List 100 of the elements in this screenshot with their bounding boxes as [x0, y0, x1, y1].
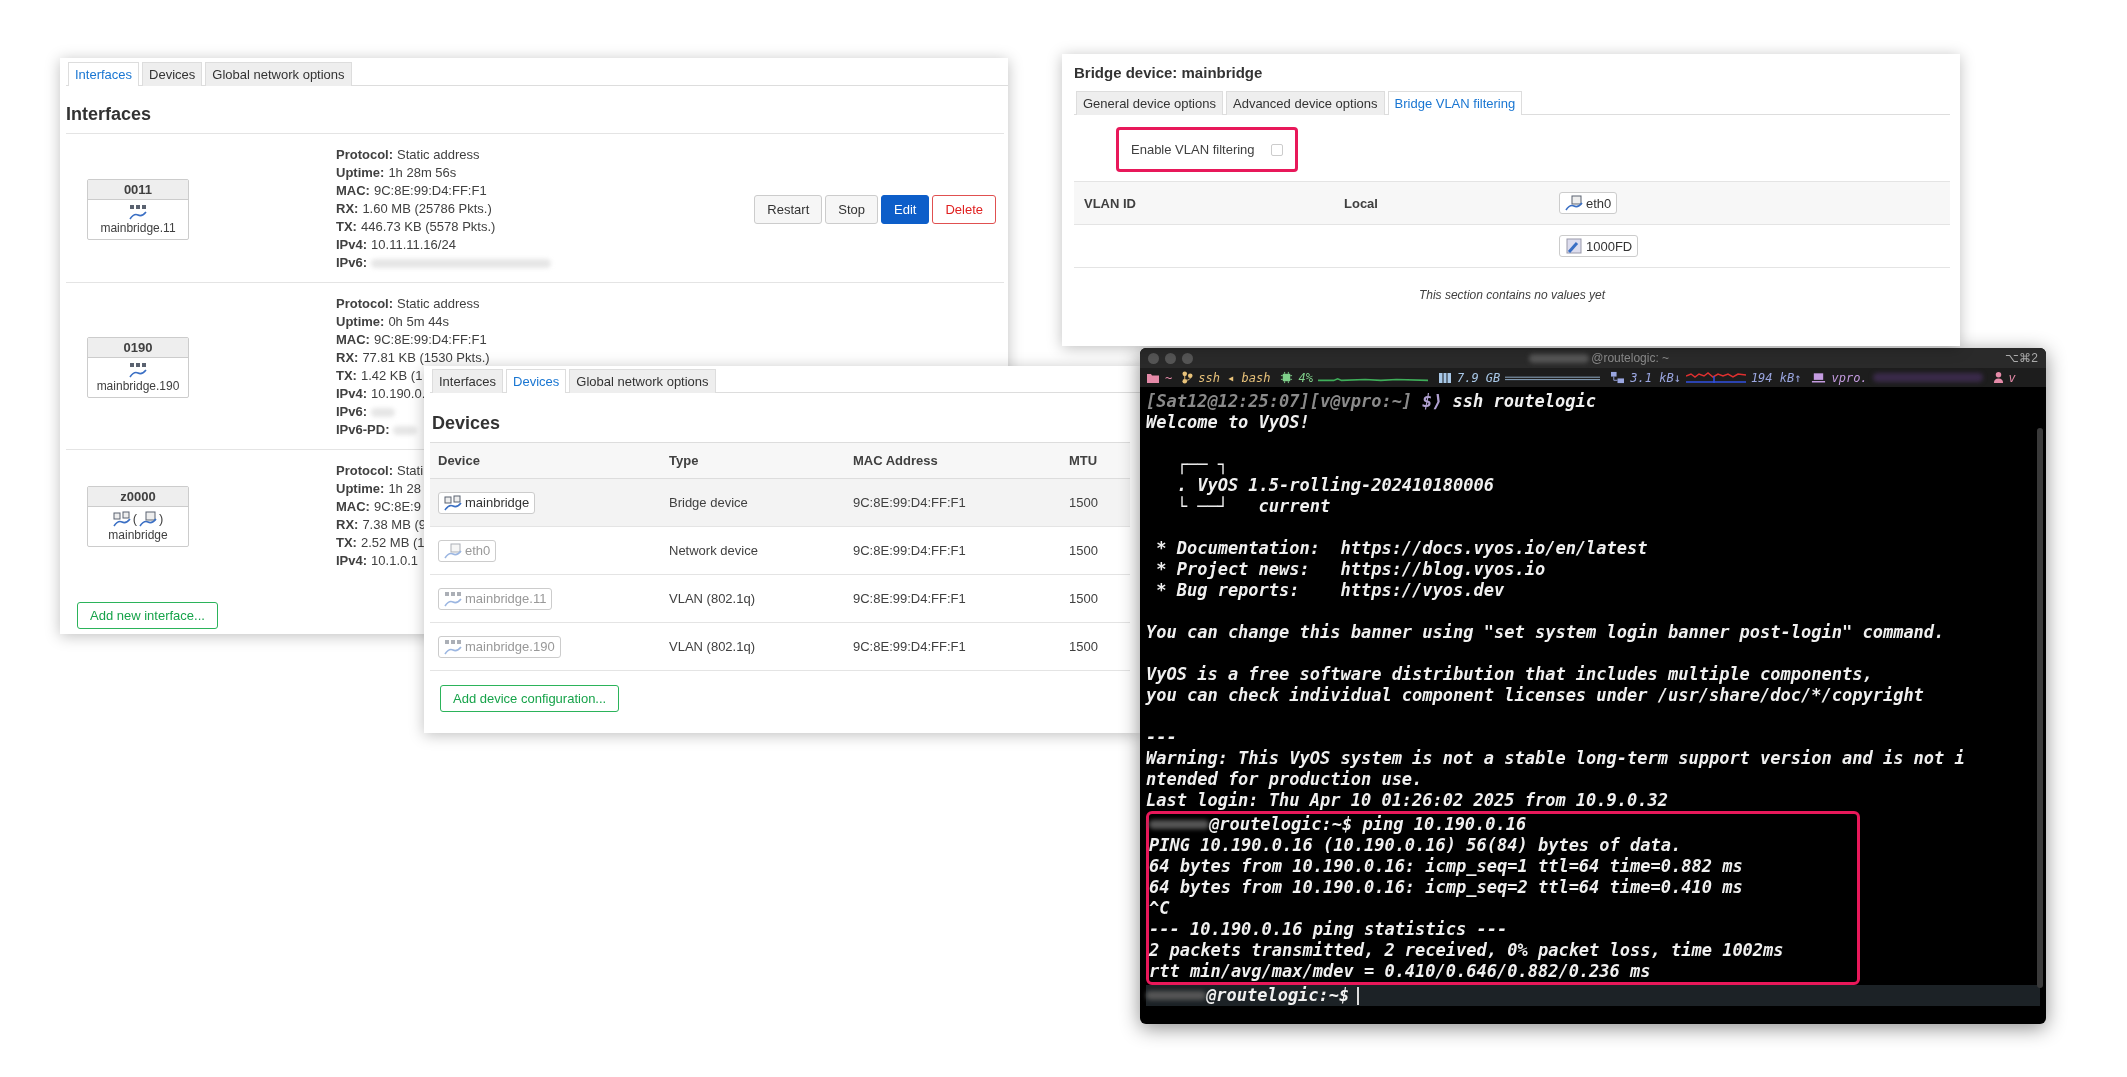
column-header: MAC Address	[845, 442, 1061, 479]
detail-value: 77.81 KB (1530 Pkts.)	[362, 350, 490, 365]
status-text: ~	[1165, 370, 1173, 385]
detail-value: 446.73 KB (5578 Pkts.)	[360, 219, 496, 234]
terminal-output: ---	[1146, 727, 1177, 748]
status-text: 194 kB↑	[1750, 370, 1802, 385]
empty-note: This section contains no values yet	[1417, 287, 1607, 302]
terminal-output: ┌── ┐	[1175, 454, 1228, 475]
prompt-symbol: $⟩	[1422, 391, 1443, 412]
shell-prompt: [Sat12@12:25:07][v@vpro:~]	[1146, 391, 1413, 412]
device-badge[interactable]: mainbridge	[438, 491, 536, 514]
detail-label: Uptime:	[336, 481, 385, 496]
device-name: mainbridge.11	[99, 219, 177, 237]
terminal-output: * Bug reports: https://vyos.dev	[1155, 580, 1505, 601]
tab[interactable]: Bridge VLAN filtering	[1387, 91, 1523, 115]
device-name: mainbridge	[465, 495, 530, 510]
table-cell: 9C:8E:99:D4:FF:F1	[845, 526, 1061, 575]
table-cell: 1500	[1061, 574, 1130, 623]
table-cell: 9C:8E:99:D4:FF:F1	[845, 622, 1061, 671]
port-group-icon	[444, 590, 462, 607]
terminal-output: rtt min/avg/max/mdev = 0.410/0.646/0.882/0.236 ms	[1149, 961, 1651, 982]
network-port-icon	[1565, 195, 1583, 211]
window-control-dot[interactable]	[1165, 352, 1176, 364]
detail-value: 10.1.0.1	[371, 553, 419, 568]
detail-label: Uptime:	[336, 165, 385, 180]
terminal-output: 64 bytes from 10.190.0.16: icmp_seq=2 ttl=64 time=0.410 ms	[1149, 877, 1743, 898]
action-button[interactable]: Stop	[825, 194, 878, 224]
port-speed: 1000FD	[1586, 238, 1633, 254]
command-line: @routelogic:~$	[1206, 985, 1350, 1006]
terminal-output: You can change this banner using "set system login banner post-login" command.	[1146, 622, 1945, 643]
detail-label: IPv6:	[336, 255, 368, 270]
blurred-text	[1146, 991, 1206, 1000]
tab[interactable]: Advanced device options	[1226, 91, 1385, 115]
column-header: VLAN ID	[1084, 195, 1137, 211]
checkbox[interactable]	[1270, 143, 1283, 156]
window-title: Bridge device: mainbridge	[1074, 64, 1264, 81]
action-button[interactable]: Delete	[932, 194, 996, 224]
option-label: Enable VLAN filtering	[1131, 142, 1255, 157]
detail-label: RX:	[336, 201, 359, 216]
table-cell: 9C:8E:99:D4:FF:F1	[845, 478, 1061, 527]
bridge-icon	[444, 494, 462, 511]
section-heading: Interfaces	[66, 104, 153, 125]
tab[interactable]: Devices	[506, 369, 567, 393]
detail-value: Static address	[397, 296, 480, 311]
detail-label: IPv6:	[336, 404, 368, 419]
status-text: 4%	[1298, 370, 1313, 385]
detail-label: IPv4:	[336, 237, 368, 252]
detail-label: Protocol:	[336, 463, 394, 478]
detail-value: 9C:8E:99:D4:FF:F1	[373, 183, 487, 198]
detail-label: IPv6-PD:	[336, 422, 390, 437]
window-control-dot[interactable]	[1148, 352, 1159, 364]
port-name: eth0	[1586, 195, 1612, 211]
interface-name: z0000	[88, 486, 188, 507]
command-text: ssh routelogic	[1452, 391, 1596, 412]
tab[interactable]: General device options	[1076, 91, 1223, 115]
tab[interactable]: Global network options	[569, 369, 716, 393]
detail-value: 1.42 KB (1	[360, 368, 423, 383]
text-cursor	[1357, 986, 1360, 1005]
detail-value: Stati	[397, 463, 424, 478]
add-button[interactable]: Add new interface...	[77, 602, 218, 629]
traffic-graph	[1685, 371, 1746, 384]
action-button[interactable]: Restart	[754, 194, 823, 224]
tab[interactable]: Global network options	[205, 62, 352, 86]
detail-label: MAC:	[336, 332, 370, 347]
table-cell: 1500	[1061, 478, 1130, 527]
status-text: 3.1 kB↓	[1630, 370, 1681, 385]
table-cell: VLAN (802.1q)	[661, 622, 845, 671]
detail-value: 10.190.0.	[371, 386, 426, 401]
port-group-icon	[444, 638, 462, 655]
detail-label: TX:	[336, 368, 357, 383]
status-text: vpro.	[1831, 370, 1868, 385]
port-group-icon	[129, 361, 147, 378]
terminal-output: . VyOS 1.5-rolling-202410180006	[1175, 475, 1494, 496]
cable-icon	[1565, 238, 1583, 254]
paren-text: )	[159, 511, 164, 526]
detail-value: Static address	[397, 147, 480, 162]
detail-value: 10.11.11.16/24	[371, 237, 456, 252]
terminal-output: ^C	[1149, 898, 1170, 919]
action-button[interactable]: Edit	[881, 194, 930, 224]
terminal-output: --- 10.190.0.16 ping statistics ---	[1149, 919, 1508, 940]
detail-value: 1.60 MB (25786 Pkts.)	[362, 201, 492, 216]
terminal-output: VyOS is a free software distribution that includes multiple components,	[1146, 664, 1873, 685]
interface-name: 0011	[88, 179, 188, 200]
detail-value: 1h 28m 56s	[388, 165, 457, 180]
scrollbar[interactable]	[2037, 428, 2043, 988]
device-name: mainbridge.11	[465, 591, 547, 606]
tab[interactable]: Interfaces	[432, 369, 504, 393]
table-cell: 1500	[1061, 622, 1130, 671]
column-header: Type	[661, 442, 845, 479]
window-control-dot[interactable]	[1182, 352, 1193, 364]
column-header: Device	[430, 442, 661, 479]
table-cell: 1500	[1061, 526, 1130, 575]
column-header: Local	[1344, 195, 1379, 211]
paren-text: (	[132, 511, 137, 526]
command-line: @routelogic:~$ ping 10.190.0.16	[1209, 814, 1527, 835]
device-name: mainbridge	[107, 526, 169, 544]
tab[interactable]: Interfaces	[68, 62, 140, 86]
tab[interactable]: Devices	[142, 62, 203, 86]
add-button[interactable]: Add device configuration...	[440, 685, 620, 712]
detail-value: 9C:8E:9	[373, 499, 421, 514]
